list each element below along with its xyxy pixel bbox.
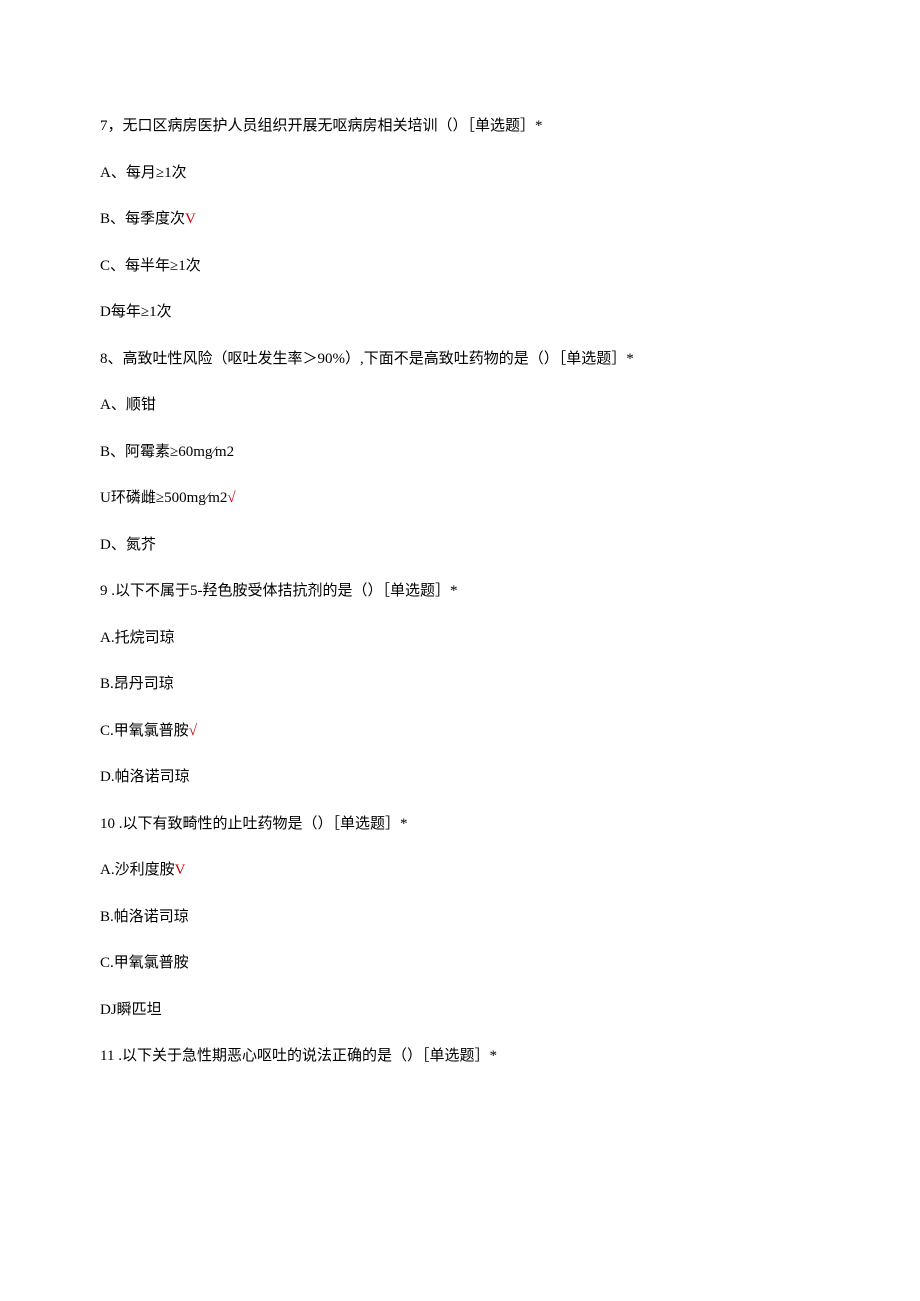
option-text: A、每月≥1次 (100, 165, 187, 181)
option-text: C.甲氧氯普胺 (100, 723, 189, 739)
question-option: A、每月≥1次 (100, 162, 820, 185)
question-option: D、氮芥 (100, 534, 820, 557)
option-text: D.帕洛诺司琼 (100, 769, 190, 785)
correct-mark: V (175, 862, 186, 878)
question-option: U环磷雌≥500mg⁄m2√ (100, 487, 820, 510)
question-stem: 8、高致吐性风险（呕吐发生率＞90%）,下面不是高致吐药物的是（）［单选题］* (100, 348, 820, 371)
option-text: A、顺钳 (100, 397, 156, 413)
correct-mark: √ (227, 490, 235, 506)
correct-mark: √ (189, 723, 197, 739)
question-option: B.昂丹司琼 (100, 673, 820, 696)
question-stem: 7，无口区病房医护人员组织开展无呕病房相关培训（）［单选题］* (100, 115, 820, 138)
option-text: A.沙利度胺 (100, 862, 175, 878)
question-stem: 10 .以下有致畸性的止吐药物是（）［单选题］* (100, 813, 820, 836)
question-option: A、顺钳 (100, 394, 820, 417)
option-text: C、每半年≥1次 (100, 258, 201, 274)
option-text: B、阿霉素≥60mg⁄m2 (100, 444, 234, 460)
question-option: D.帕洛诺司琼 (100, 766, 820, 789)
question-stem: 9 .以下不属于5-羟色胺受体拮抗剂的是（）［单选题］* (100, 580, 820, 603)
question-option: C.甲氧氯普胺√ (100, 720, 820, 743)
option-text: D、氮芥 (100, 537, 156, 553)
question-option: B.帕洛诺司琼 (100, 906, 820, 929)
question-option: DJ瞬匹坦 (100, 999, 820, 1022)
question-option: D每年≥1次 (100, 301, 820, 324)
option-text: DJ瞬匹坦 (100, 1002, 162, 1018)
option-text: B、每季度次 (100, 211, 185, 227)
option-text: U环磷雌≥500mg⁄m2 (100, 490, 227, 506)
question-option: A.托烷司琼 (100, 627, 820, 650)
option-text: D每年≥1次 (100, 304, 172, 320)
question-option: A.沙利度胺V (100, 859, 820, 882)
question-option: B、阿霉素≥60mg⁄m2 (100, 441, 820, 464)
question-option: B、每季度次V (100, 208, 820, 231)
question-option: C.甲氧氯普胺 (100, 952, 820, 975)
question-option: C、每半年≥1次 (100, 255, 820, 278)
option-text: B.昂丹司琼 (100, 676, 174, 692)
question-stem: 11 .以下关于急性期恶心呕吐的说法正确的是（）［单选题］* (100, 1045, 820, 1068)
option-text: A.托烷司琼 (100, 630, 175, 646)
correct-mark: V (185, 211, 196, 227)
option-text: B.帕洛诺司琼 (100, 909, 189, 925)
option-text: C.甲氧氯普胺 (100, 955, 189, 971)
